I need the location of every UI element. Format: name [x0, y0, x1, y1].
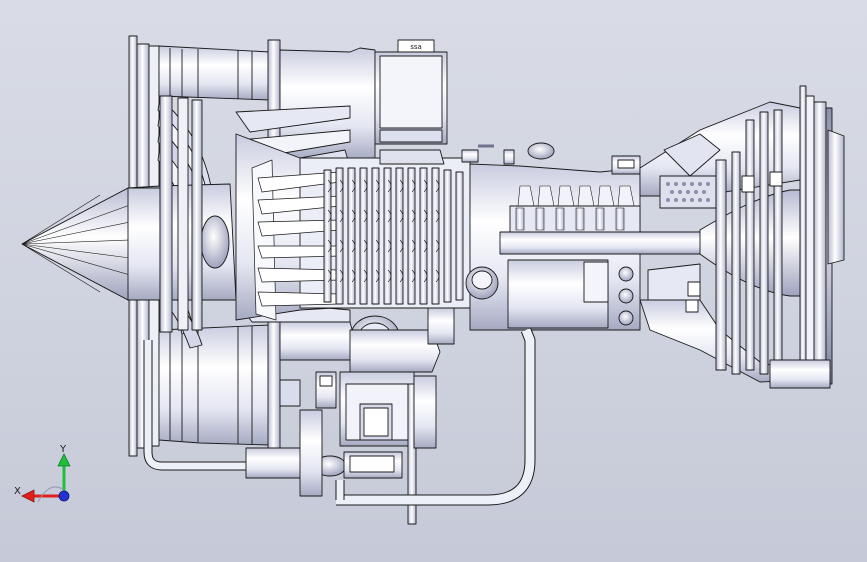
part-label: ssa: [410, 43, 422, 51]
graphics-viewport[interactable]: ssa Y X: [0, 0, 867, 562]
coordinate-triad: Y X: [14, 444, 71, 503]
x-axis-label: X: [14, 486, 21, 497]
turbofan-engine-model[interactable]: ssa: [0, 0, 867, 562]
y-axis-label: Y: [59, 444, 67, 455]
